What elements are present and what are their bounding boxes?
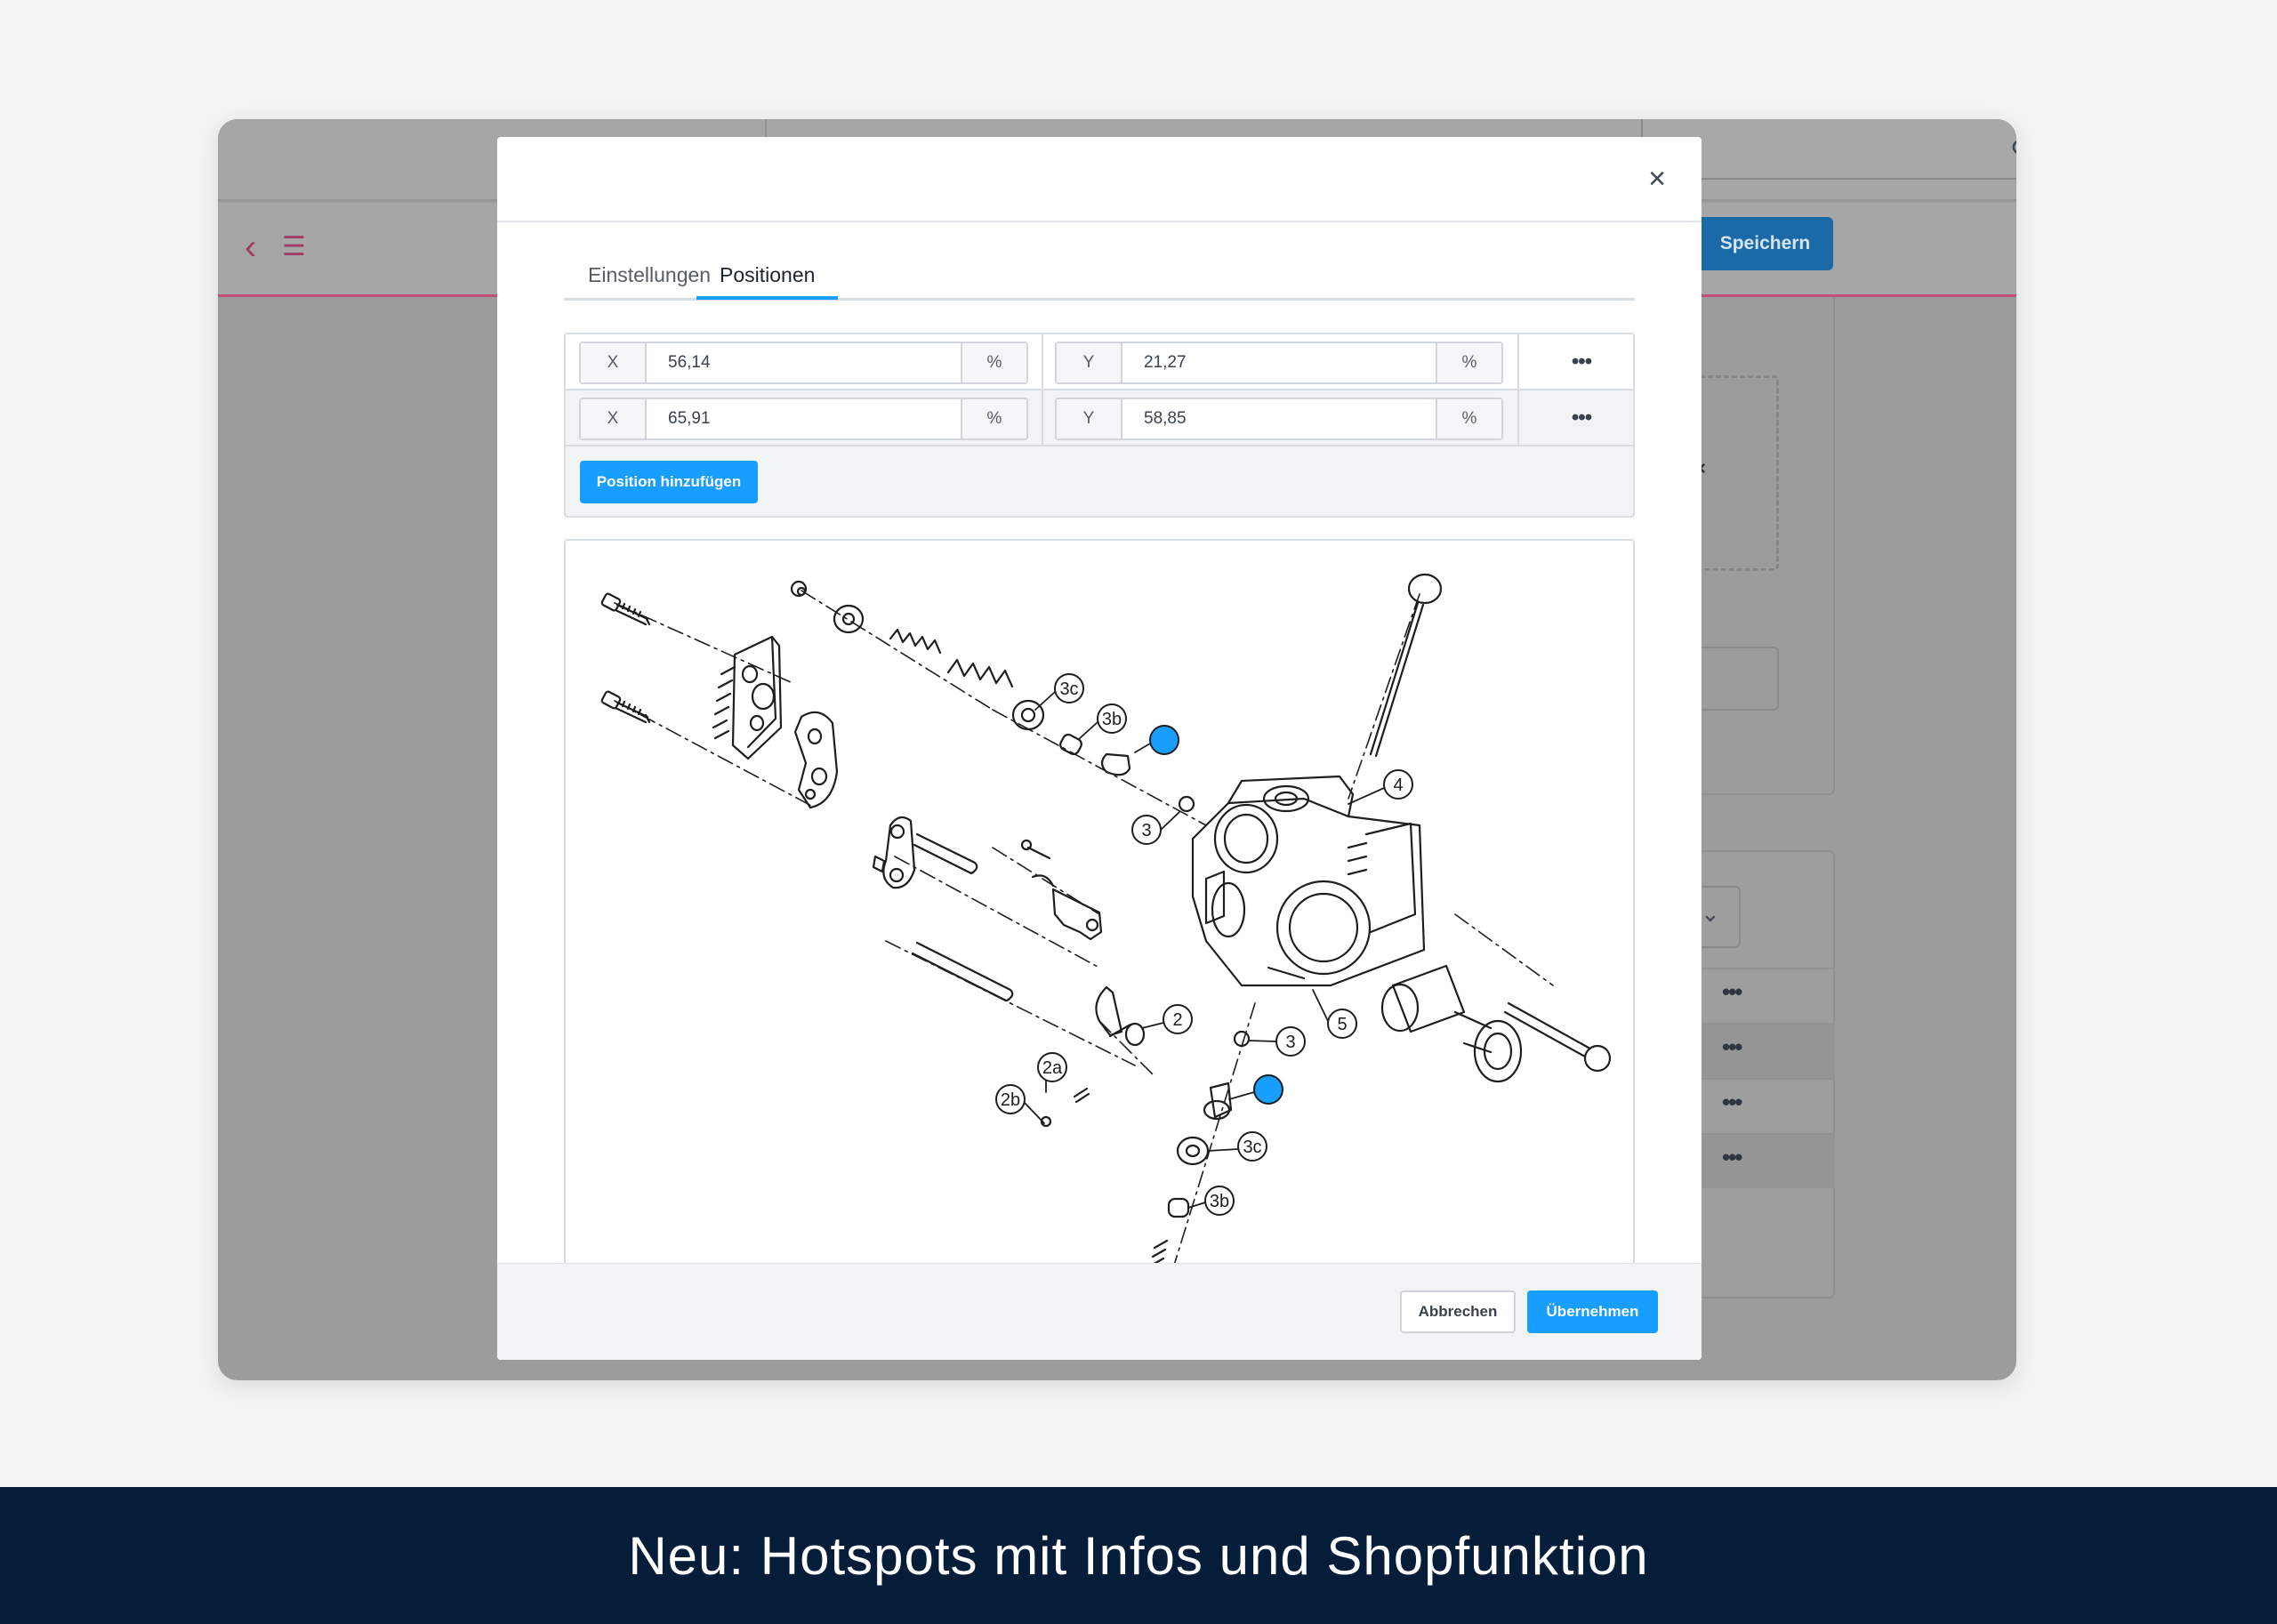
spring-assembly xyxy=(790,580,1195,813)
callout-leaders xyxy=(1024,691,1385,1209)
banner-headline: Neu: Hotspots mit Infos und Shopfunktion xyxy=(628,1525,1649,1586)
x-label: X xyxy=(581,343,647,382)
y-label: Y xyxy=(1057,343,1122,382)
finned-cover xyxy=(712,635,783,760)
gasket xyxy=(793,711,839,809)
hotspot-leader xyxy=(1134,743,1151,753)
valve-stack-lower xyxy=(1147,1030,1251,1276)
y-label: Y xyxy=(1057,399,1122,438)
hotspot-marker[interactable] xyxy=(1253,1074,1283,1105)
cancel-button[interactable]: Abbrechen xyxy=(1400,1290,1516,1333)
x-input-group: X 65,91 % xyxy=(579,398,1028,440)
bolt-top xyxy=(600,592,651,626)
percent-unit: % xyxy=(1436,343,1501,382)
bearing-shaft xyxy=(1380,964,1612,1083)
y-input-group: Y 21,27 % xyxy=(1055,342,1503,384)
callout-label: 2a xyxy=(1042,1058,1063,1078)
column-divider xyxy=(1517,334,1519,446)
callout-label: 3c xyxy=(1059,679,1078,699)
callout-label: 3b xyxy=(1210,1192,1229,1211)
position-row: X 65,91 % Y 58,85 % ••• xyxy=(566,390,1633,446)
save-button[interactable]: Speichern xyxy=(1697,217,1833,270)
chevron-left-icon[interactable]: ‹ xyxy=(245,228,256,268)
bolt-bottom xyxy=(600,690,651,724)
close-icon[interactable]: × xyxy=(1648,162,1666,197)
percent-unit: % xyxy=(1436,399,1501,438)
exploded-parts-diagram: 3c 3b 3 4 2 2a 2b 5 3 3c 3b xyxy=(600,573,1612,1284)
callout-label: 3 xyxy=(1141,821,1151,840)
rod xyxy=(1369,573,1443,758)
callout-label: 3b xyxy=(1102,710,1122,729)
axis-lines xyxy=(614,590,1554,1284)
x-value-input[interactable]: 56,14 xyxy=(647,343,961,382)
row-menu-icon[interactable]: ••• xyxy=(1722,1033,1742,1061)
row-menu-icon[interactable]: ••• xyxy=(1722,1089,1742,1116)
modal-footer: Abbrechen Übernehmen xyxy=(497,1263,1702,1360)
y-value-input[interactable]: 21,27 xyxy=(1122,343,1436,382)
column-divider xyxy=(1042,334,1043,446)
hotspot-marker[interactable] xyxy=(1149,725,1179,755)
position-row: X 56,14 % Y 21,27 % ••• xyxy=(566,334,1633,390)
exploded-diagram-canvas[interactable]: 3c 3b 3 4 2 2a 2b 5 3 3c 3b xyxy=(564,539,1635,1286)
search-icon[interactable]: ⚲ xyxy=(2010,135,2016,166)
y-value-input[interactable]: 58,85 xyxy=(1122,399,1436,438)
chevron-down-icon[interactable]: ⌄ xyxy=(1701,900,1720,928)
tab-positionen[interactable]: Positionen xyxy=(720,263,815,301)
promo-banner: Neu: Hotspots mit Infos und Shopfunktion xyxy=(0,1487,2277,1624)
hotspot-leader xyxy=(1228,1091,1255,1100)
modal-tabs: Einstellungen Positionen xyxy=(564,263,1635,301)
callout-label: 2b xyxy=(1001,1090,1020,1110)
hotspot-modal: × Einstellungen Positionen X 56,14 % Y 2… xyxy=(497,137,1702,1360)
callout-label: 3 xyxy=(1285,1033,1295,1052)
row-menu-button[interactable]: ••• xyxy=(1562,347,1601,377)
y-input-group: Y 58,85 % xyxy=(1055,398,1503,440)
modal-header: × xyxy=(497,137,1702,222)
percent-unit: % xyxy=(961,343,1026,382)
active-tab-indicator xyxy=(696,296,838,300)
callout-labels: 3c 3b 3 4 2 2a 2b 5 3 3c 3b xyxy=(995,673,1413,1216)
list-icon[interactable]: ☰ xyxy=(282,231,306,262)
callout-label: 3c xyxy=(1243,1138,1261,1157)
callout-label: 5 xyxy=(1337,1015,1347,1034)
pump-body xyxy=(1191,775,1426,987)
x-input-group: X 56,14 % xyxy=(579,342,1028,384)
apply-button[interactable]: Übernehmen xyxy=(1527,1290,1658,1333)
positions-table: X 56,14 % Y 21,27 % ••• X 65,91 % Y 58,8… xyxy=(564,333,1635,518)
percent-unit: % xyxy=(961,399,1026,438)
callout-label: 4 xyxy=(1393,776,1403,795)
x-value-input[interactable]: 65,91 xyxy=(647,399,961,438)
x-label: X xyxy=(581,399,647,438)
rocker-assembly xyxy=(872,816,1146,1128)
callout-label: 2 xyxy=(1172,1010,1182,1030)
tab-einstellungen[interactable]: Einstellungen xyxy=(588,263,711,301)
add-position-button[interactable]: Position hinzufügen xyxy=(580,461,758,503)
row-menu-button[interactable]: ••• xyxy=(1562,403,1601,433)
row-menu-icon[interactable]: ••• xyxy=(1722,1144,1742,1171)
row-menu-icon[interactable]: ••• xyxy=(1722,978,1742,1006)
